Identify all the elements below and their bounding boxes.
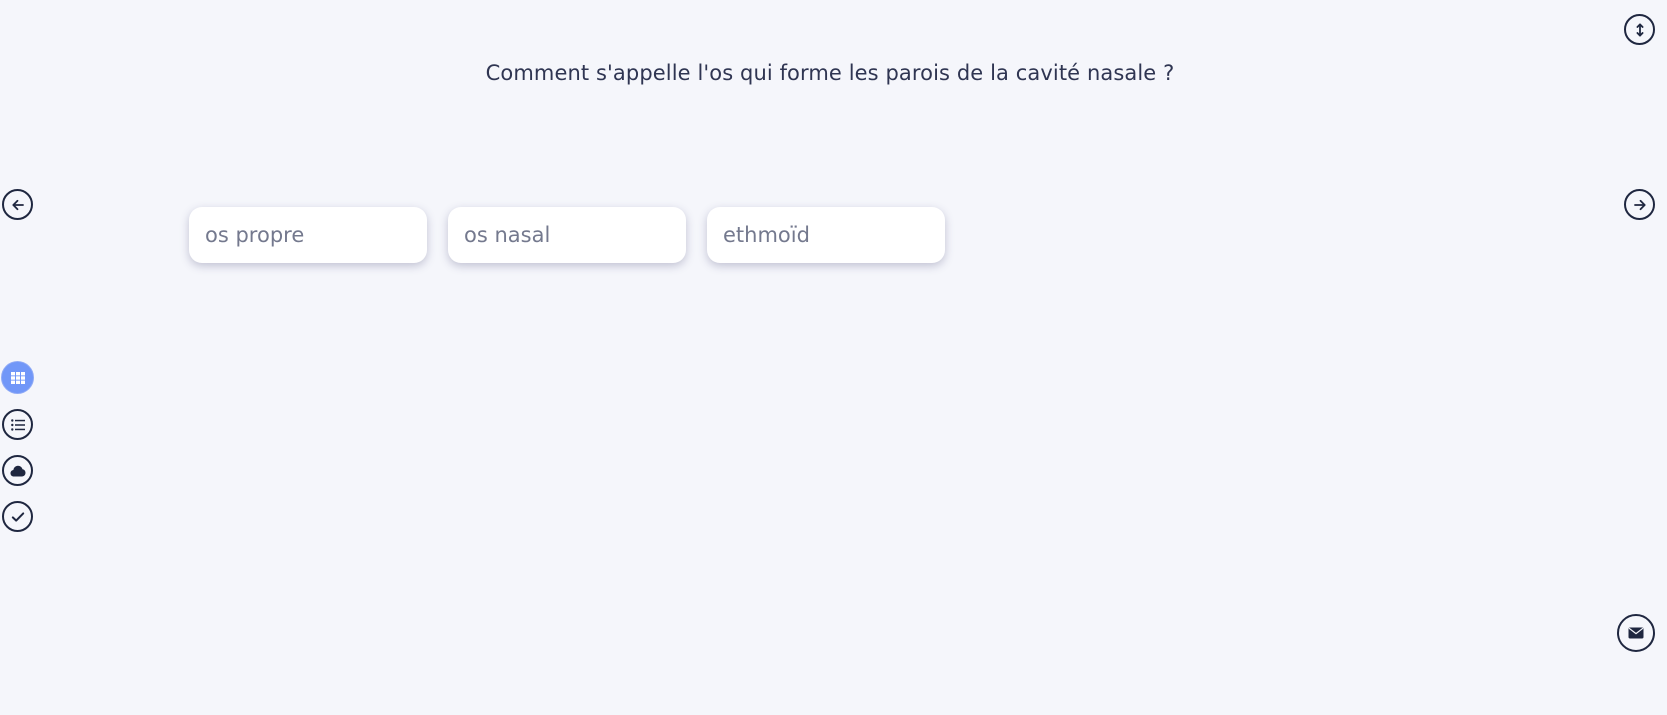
expand-button[interactable] bbox=[1624, 14, 1655, 45]
view-cloud-button[interactable] bbox=[2, 455, 33, 486]
view-list-button[interactable] bbox=[2, 409, 33, 440]
arrow-up-down-icon bbox=[1636, 23, 1643, 36]
answer-option[interactable]: ethmoïd bbox=[707, 207, 945, 263]
arrow-right-icon bbox=[1633, 199, 1646, 210]
envelope-icon bbox=[1628, 627, 1644, 639]
view-grid-button[interactable] bbox=[2, 362, 33, 393]
answer-option[interactable]: os propre bbox=[189, 207, 427, 263]
next-button[interactable] bbox=[1624, 189, 1655, 220]
list-icon bbox=[10, 418, 25, 431]
cloud-icon bbox=[10, 465, 25, 476]
check-icon bbox=[11, 511, 24, 522]
grid-icon bbox=[10, 371, 25, 384]
arrow-left-icon bbox=[11, 199, 24, 210]
answer-option[interactable]: os nasal bbox=[448, 207, 686, 263]
question-text: Comment s'appelle l'os qui forme les par… bbox=[485, 61, 1175, 85]
previous-button[interactable] bbox=[2, 189, 33, 220]
answer-options: os propre os nasal ethmoïd bbox=[189, 207, 945, 263]
view-check-button[interactable] bbox=[2, 501, 33, 532]
contact-button[interactable] bbox=[1617, 614, 1655, 652]
